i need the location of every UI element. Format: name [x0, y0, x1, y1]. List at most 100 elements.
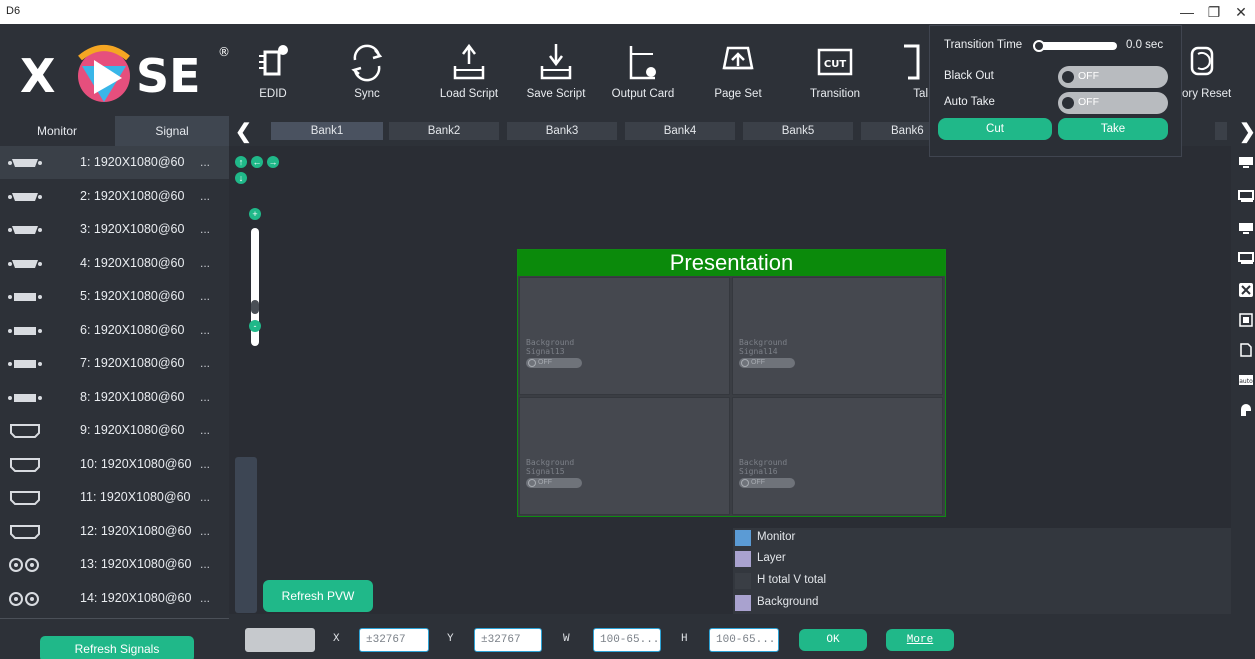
layer-back-icon[interactable] [1238, 342, 1254, 358]
layer-front-icon[interactable] [1238, 312, 1254, 328]
transition-time-slider[interactable] [1035, 42, 1117, 50]
bank-tab-2[interactable]: Bank2 [389, 122, 499, 140]
divider [0, 618, 229, 619]
signal-more-button[interactable]: ... [200, 323, 210, 337]
signal-row[interactable]: 12: 1920X1080@60... [0, 515, 229, 548]
signal-row[interactable]: 14: 1920X1080@60... [0, 582, 229, 615]
toggle-label: OFF [538, 359, 552, 366]
signal-more-button[interactable]: ... [200, 390, 210, 404]
y-input[interactable]: ±32767 [474, 628, 542, 652]
monitor-add-icon[interactable] [1238, 154, 1254, 170]
tab-signal[interactable]: Signal [115, 116, 229, 146]
background-toggle[interactable]: OFF [739, 358, 795, 368]
signal-label: 1: 1920X1080@60 [80, 155, 185, 169]
bank-tab-6[interactable]: Bank6 [861, 122, 929, 140]
toggle-knob [528, 359, 536, 367]
signal-label: 14: 1920X1080@60 [80, 590, 192, 605]
cell-line1: Background [739, 338, 788, 347]
signal-row[interactable]: 10: 1920X1080@60... [0, 448, 229, 481]
ok-button[interactable]: OK [799, 629, 867, 651]
presentation-screen[interactable]: Presentation Background Signal13 OFF Back… [517, 249, 946, 517]
layer-name-field[interactable] [245, 628, 315, 652]
bank-tab-3[interactable]: Bank3 [507, 122, 617, 140]
move-down-button[interactable]: ↓ [235, 172, 247, 184]
signal-row[interactable]: 1: 1920X1080@60... [0, 146, 229, 179]
layer-cell[interactable]: Background Signal13 OFF [519, 277, 730, 395]
background-toggle[interactable]: OFF [526, 358, 582, 368]
signal-more-button[interactable]: ... [200, 256, 210, 270]
load-script-button[interactable]: Load Script [432, 40, 506, 112]
black-out-toggle[interactable]: OFF [1058, 66, 1168, 88]
edid-button[interactable]: EDID [236, 40, 310, 112]
background-toggle[interactable]: OFF [739, 478, 795, 488]
signal-more-button[interactable]: ... [200, 557, 210, 571]
height-input[interactable]: 100-65... [709, 628, 779, 652]
signal-row[interactable]: 2: 1920X1080@60... [0, 180, 229, 213]
move-right-button[interactable]: → [267, 156, 279, 168]
monitor-layers-icon[interactable] [1238, 188, 1254, 204]
bank-tab-4[interactable]: Bank4 [625, 122, 735, 140]
auto-take-toggle[interactable]: OFF [1058, 92, 1168, 114]
zoom-in-button[interactable]: + [249, 208, 261, 220]
layer-cell[interactable]: Background Signal15 OFF [519, 397, 730, 515]
signal-more-button[interactable]: ... [200, 524, 210, 538]
lock-on-icon[interactable] [1238, 402, 1254, 418]
tab-monitor[interactable]: Monitor [0, 116, 114, 146]
vertical-scrollbar[interactable] [235, 457, 257, 613]
factory-reset-button[interactable]: ory Reset [1182, 40, 1238, 112]
background-toggle[interactable]: OFF [526, 478, 582, 488]
layer-cell[interactable]: Background Signal14 OFF [732, 277, 943, 395]
black-out-label: Black Out [944, 70, 994, 82]
monitor-outline-icon[interactable] [1238, 250, 1254, 266]
signal-more-button[interactable]: ... [200, 591, 210, 605]
sync-button[interactable]: Sync [330, 40, 404, 112]
signal-more-button[interactable]: ... [200, 189, 210, 203]
layer-cell[interactable]: Background Signal16 OFF [732, 397, 943, 515]
signal-more-button[interactable]: ... [200, 457, 210, 471]
signal-more-button[interactable]: ... [200, 289, 210, 303]
bank-next-arrow[interactable]: ❯ [1239, 119, 1255, 144]
bank-prev-arrow[interactable]: ❮ [235, 119, 252, 144]
cut-button[interactable]: Cut [938, 118, 1052, 140]
signal-more-button[interactable]: ... [200, 490, 210, 504]
signal-more-button[interactable]: ... [200, 423, 210, 437]
svg-text:SE: SE [136, 49, 201, 103]
move-left-button[interactable]: ← [251, 156, 263, 168]
take-action-button[interactable]: Take [1058, 118, 1168, 140]
signal-row[interactable]: 4: 1920X1080@60... [0, 247, 229, 280]
signal-row[interactable]: 13: 1920X1080@60... [0, 548, 229, 581]
close-button[interactable]: ✕ [1230, 2, 1252, 22]
bank-tab-1[interactable]: Bank1 [271, 122, 383, 140]
signal-more-button[interactable]: ... [200, 356, 210, 370]
signal-more-button[interactable]: ... [200, 155, 210, 169]
save-script-button[interactable]: Save Script [519, 40, 593, 112]
signal-more-button[interactable]: ... [200, 222, 210, 236]
signal-row[interactable]: 7: 1920X1080@60... [0, 347, 229, 380]
move-up-button[interactable]: ↑ [235, 156, 247, 168]
signal-row[interactable]: 11: 1920X1080@60... [0, 481, 229, 514]
signal-row[interactable]: 8: 1920X1080@60... [0, 381, 229, 414]
auto-icon[interactable]: auto [1238, 372, 1254, 388]
refresh-pvw-button[interactable]: Refresh PVW [263, 580, 373, 612]
transition-button[interactable]: CUT Transition [798, 40, 872, 112]
maximize-button[interactable]: ❐ [1203, 2, 1225, 22]
signal-row[interactable]: 3: 1920X1080@60... [0, 213, 229, 246]
output-card-button[interactable]: Output Card [606, 40, 680, 112]
minimize-button[interactable]: — [1176, 2, 1198, 22]
monitor-icon[interactable] [1238, 220, 1254, 236]
page-set-button[interactable]: Page Set [701, 40, 775, 112]
take-button[interactable]: Tal [894, 40, 928, 112]
refresh-signals-button[interactable]: Refresh Signals [40, 636, 194, 659]
width-input[interactable]: 100-65... [593, 628, 661, 652]
zoom-out-button[interactable]: - [249, 320, 261, 332]
delete-layer-icon[interactable] [1238, 282, 1254, 298]
load-script-label: Load Script [439, 88, 499, 100]
signal-row[interactable]: 9: 1920X1080@60... [0, 414, 229, 447]
more-button[interactable]: More [886, 629, 954, 651]
x-input[interactable]: ±32767 [359, 628, 429, 652]
signal-row[interactable]: 6: 1920X1080@60... [0, 314, 229, 347]
zoom-slider-handle[interactable] [251, 300, 259, 314]
bank-tab-5[interactable]: Bank5 [743, 122, 853, 140]
signal-row[interactable]: 5: 1920X1080@60... [0, 280, 229, 313]
transition-time-slider-handle[interactable] [1033, 40, 1045, 52]
